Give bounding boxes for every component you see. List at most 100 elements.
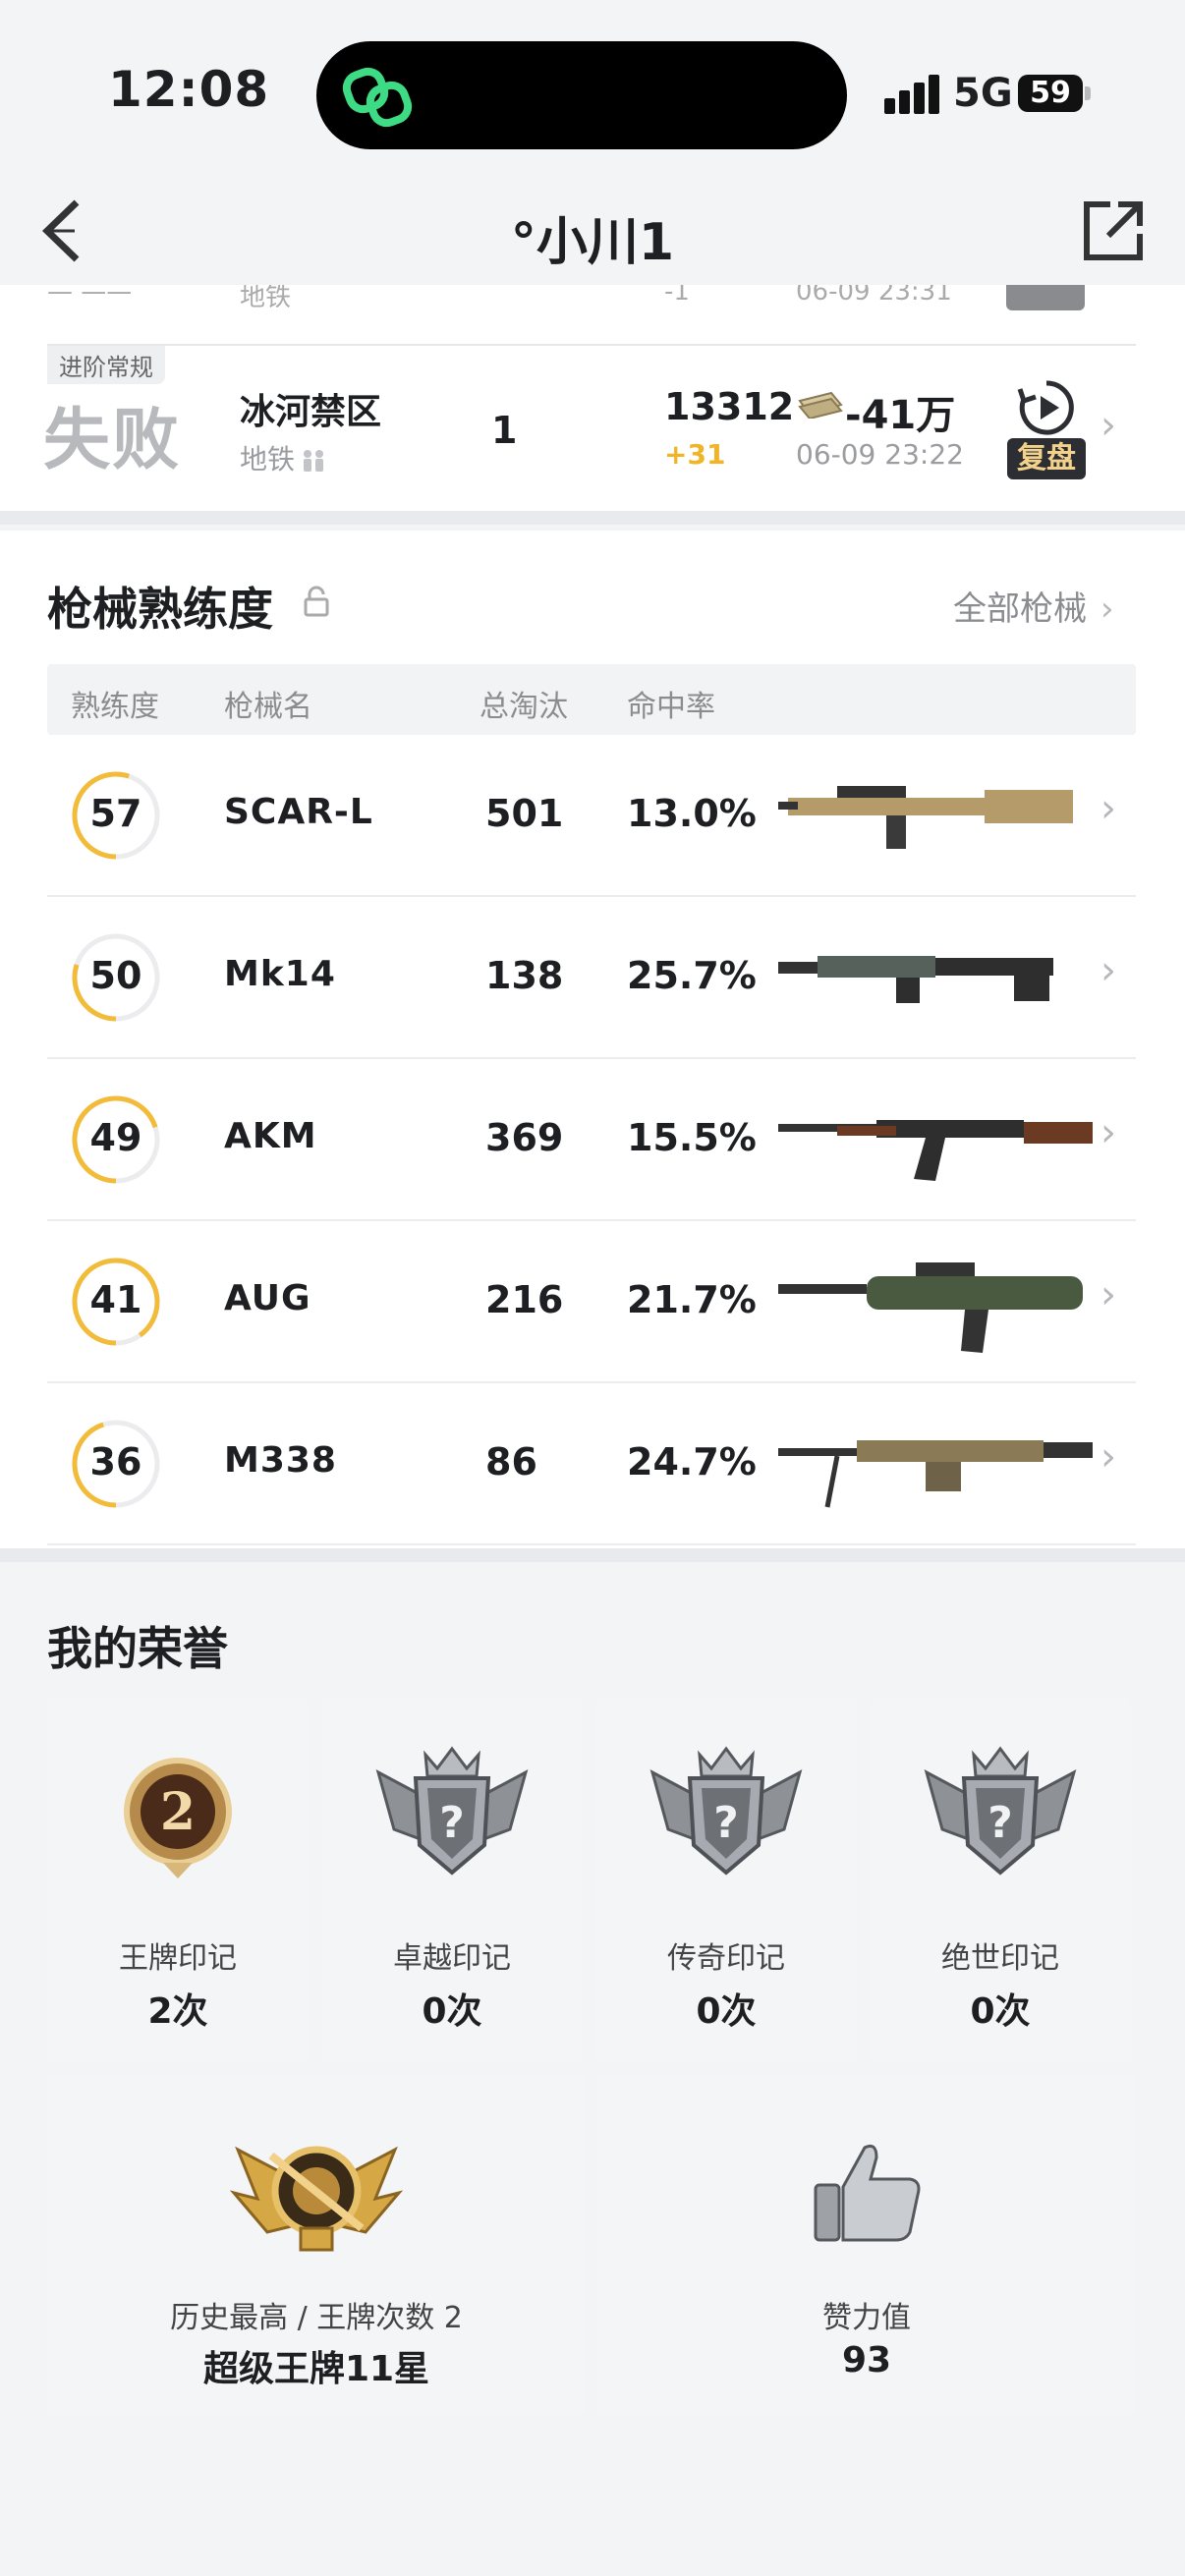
match-time: 06-09 23:22 — [796, 438, 964, 471]
honor-mark-label: 王牌印记 — [119, 1941, 237, 1976]
map-subtitle: 地铁 — [240, 438, 328, 477]
likes-value: 93 — [841, 2340, 892, 2380]
chevron-right-icon[interactable]: › — [1100, 1434, 1116, 1480]
weapon-row[interactable]: 41 AUG 216 21.7% › — [47, 1221, 1136, 1383]
honor-mark-label: 传奇印记 — [667, 1941, 785, 1976]
chevron-right-icon[interactable]: › — [1100, 786, 1116, 831]
header-proficiency: 熟练度 — [71, 690, 159, 724]
match-rank: 1 — [491, 409, 518, 452]
weapon-image — [778, 956, 1053, 1003]
weapon-image — [778, 786, 1073, 849]
mark-question: ? — [713, 1798, 739, 1848]
highest-tier-card[interactable]: 历史最高 / 王牌次数 2 超级王牌11星 — [47, 2075, 586, 2417]
locked-mark-icon: ? — [375, 1746, 529, 1876]
weapon-accuracy: 13.0% — [627, 792, 757, 835]
weapon-accuracy: 25.7% — [627, 954, 757, 997]
replay-button[interactable]: 复盘 — [1007, 438, 1086, 479]
dynamic-island — [316, 41, 847, 149]
proficiency-level: 36 — [89, 1440, 142, 1484]
cell-signal-icon — [884, 67, 943, 114]
section-divider — [0, 511, 1185, 525]
cash-stack-icon — [798, 391, 843, 419]
weapon-name: AUG — [224, 1278, 311, 1318]
honor-mark-label: 绝世印记 — [941, 1941, 1059, 1976]
squad-icon — [304, 450, 324, 472]
highest-tier-label: 历史最高 / 王牌次数 2 — [170, 2301, 463, 2335]
ace-medal-icon: 2 — [124, 1758, 232, 1878]
page-title: °小川1 — [510, 213, 675, 272]
battery-nub — [1085, 86, 1091, 100]
honor-mark-card[interactable]: 2 王牌印记 2次 — [47, 1698, 309, 2063]
battery-icon: 59 — [1018, 75, 1083, 112]
back-chevron-icon[interactable] — [37, 195, 96, 267]
honor-mark-label: 卓越印记 — [393, 1941, 511, 1976]
likes-card[interactable]: 赞力值 93 — [597, 2075, 1136, 2417]
likes-label: 赞力值 — [822, 2301, 911, 2335]
previous-match-row-clipped: — —— 地铁 -1 06-09 23:31 — [0, 285, 1185, 312]
weapon-accuracy: 15.5% — [627, 1116, 757, 1159]
weapon-image — [778, 1120, 1093, 1181]
medal-number: 2 — [160, 1782, 196, 1842]
map-sub-label: 地铁 — [240, 443, 296, 476]
honor-mark-count: 0次 — [696, 1991, 757, 2032]
lock-open-icon[interactable] — [303, 586, 330, 617]
match-result: 失败 — [43, 402, 182, 479]
honor-mark-count: 0次 — [422, 1991, 482, 2032]
header-total-kills: 总淘汰 — [480, 690, 568, 724]
all-weapons-chevron-icon: › — [1100, 589, 1114, 629]
weapon-image — [778, 1262, 1083, 1353]
weapon-row[interactable]: 57 SCAR-L 501 13.0% › — [47, 735, 1136, 897]
replay-icon[interactable] — [1016, 377, 1077, 438]
weapon-accuracy: 24.7% — [627, 1440, 757, 1484]
chevron-right-icon[interactable]: › — [1100, 1110, 1116, 1155]
weapon-kills: 86 — [485, 1440, 537, 1484]
share-out-icon[interactable] — [1081, 198, 1146, 263]
proficiency-level: 49 — [89, 1116, 142, 1159]
honor-mark-count: 0次 — [970, 1991, 1031, 2032]
weapon-row[interactable]: 49 AKM 369 15.5% › — [47, 1059, 1136, 1221]
locked-mark-icon: ? — [924, 1746, 1077, 1876]
ace-wings-badge-icon — [229, 2146, 404, 2252]
weapon-name: SCAR-L — [224, 792, 373, 832]
proficiency-level: 57 — [89, 792, 142, 835]
all-weapons-label: 全部枪械 — [953, 589, 1087, 629]
weapon-kills: 369 — [485, 1116, 564, 1159]
weapon-name: Mk14 — [224, 954, 336, 994]
weapon-table-header: 熟练度 枪械名 总淘汰 命中率 — [47, 664, 1136, 735]
network-type: 5G — [953, 71, 1013, 116]
honor-mark-card[interactable]: ? 传奇印记 0次 — [595, 1698, 857, 2063]
mark-question: ? — [439, 1798, 465, 1848]
weapon-kills: 501 — [485, 792, 564, 835]
rank-score: 13312 — [664, 385, 795, 428]
honors-section-title: 我的荣誉 — [47, 1622, 228, 1675]
weapon-kills: 138 — [485, 954, 564, 997]
honor-mark-card[interactable]: ? 绝世印记 0次 — [870, 1698, 1131, 2063]
honor-mark-card[interactable]: ? 卓越印记 0次 — [321, 1698, 583, 2063]
status-time: 12:08 — [108, 61, 270, 118]
honor-mark-count: 2次 — [147, 1991, 208, 2032]
weapon-name: AKM — [224, 1116, 317, 1156]
locked-mark-icon: ? — [649, 1746, 803, 1876]
mode-tag: 进阶常规 — [47, 346, 165, 384]
weapon-accuracy: 21.7% — [627, 1278, 757, 1321]
match-row-chevron-icon[interactable]: › — [1100, 403, 1116, 448]
highest-tier-value: 超级王牌11星 — [202, 2349, 430, 2389]
cash-change: -41万 — [845, 393, 956, 438]
rank-score-delta: +31 — [664, 438, 726, 471]
thumbs-up-icon — [814, 2144, 921, 2242]
weapon-image — [778, 1440, 1093, 1508]
weapon-kills: 216 — [485, 1278, 564, 1321]
header-accuracy: 命中率 — [627, 690, 715, 724]
weapon-section-title: 枪械熟练度 — [47, 583, 273, 636]
weapon-name: M338 — [224, 1440, 337, 1481]
link-rings-icon — [342, 67, 413, 128]
weapon-row[interactable]: 50 Mk14 138 25.7% › — [47, 897, 1136, 1059]
chevron-right-icon[interactable]: › — [1100, 948, 1116, 993]
chevron-right-icon[interactable]: › — [1100, 1272, 1116, 1317]
weapon-row[interactable]: 36 M338 86 24.7% › — [47, 1383, 1136, 1545]
proficiency-level: 50 — [89, 954, 142, 997]
section-divider — [0, 1548, 1185, 1562]
all-weapons-link[interactable]: 全部枪械 › — [953, 582, 1114, 630]
proficiency-level: 41 — [89, 1278, 142, 1321]
mark-question: ? — [988, 1798, 1013, 1848]
